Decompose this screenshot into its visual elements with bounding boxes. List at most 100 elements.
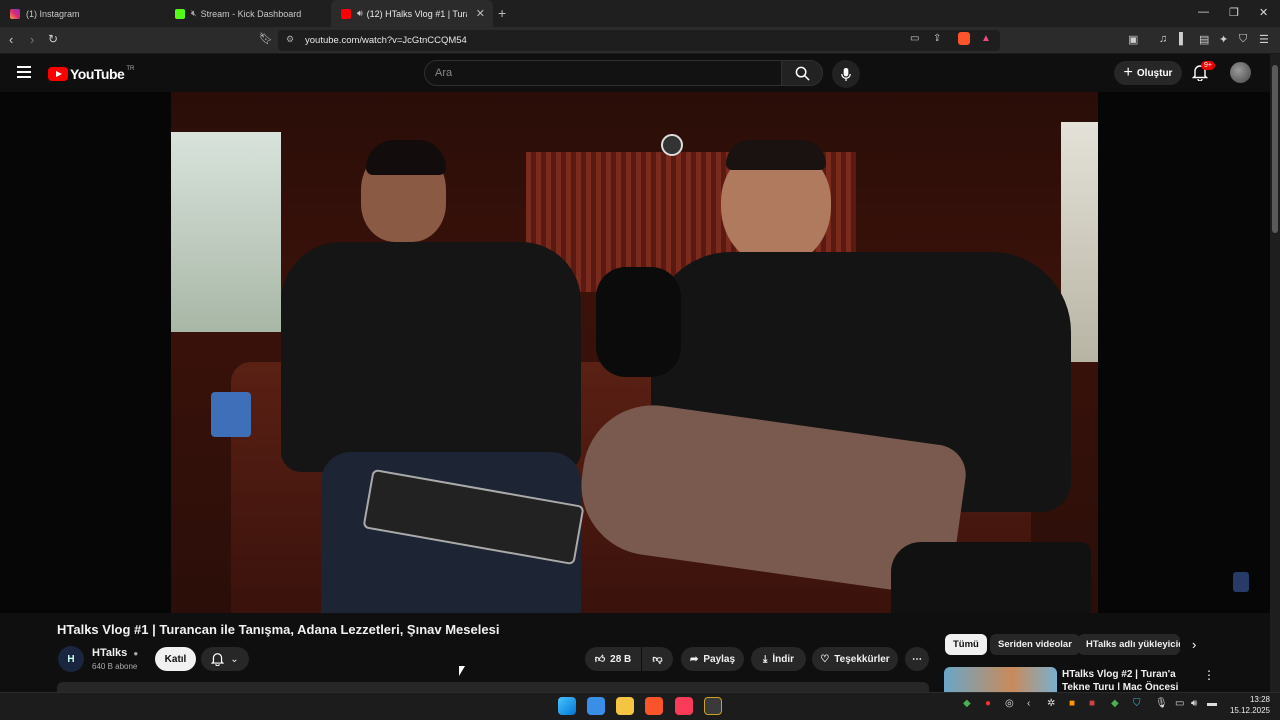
tab-label: (1) Instagram [26, 8, 80, 19]
youtube-icon [341, 8, 351, 19]
tray-settings-icon[interactable]: ✲ [1047, 698, 1055, 709]
subscription-bell-button[interactable]: ⌄ [201, 647, 249, 671]
mouse-cursor-icon [459, 666, 465, 676]
app-icon[interactable] [704, 697, 722, 715]
file-explorer-icon[interactable] [616, 697, 634, 715]
hamburger-menu-icon[interactable] [17, 66, 31, 78]
person-right-hair [726, 140, 826, 170]
vpn-icon[interactable]: ⛉ [1239, 33, 1247, 46]
more-horizontal-icon: ⋯ [912, 653, 922, 665]
back-button[interactable]: ‹ [9, 32, 13, 47]
muted-speaker-icon: 🔇︎ [191, 8, 197, 18]
site-info-icon[interactable]: ⚙ [286, 34, 294, 45]
video-frame[interactable] [171, 92, 1098, 613]
battery-icon[interactable]: ▬ [1207, 698, 1217, 709]
search-box[interactable] [424, 60, 782, 86]
youtube-logo[interactable]: YouTube TR [48, 66, 134, 82]
create-button[interactable]: + Oluştur [1114, 61, 1182, 85]
minimize-button[interactable]: — [1198, 6, 1209, 18]
more-actions-button[interactable]: ⋯ [905, 647, 929, 671]
thanks-label: Teşekkürler [834, 653, 890, 665]
tray-shield-icon[interactable]: ⛉ [1133, 698, 1141, 709]
tray-record-icon[interactable]: ● [985, 698, 991, 709]
like-button[interactable]: 👍︎ 28 B [585, 647, 641, 671]
more-vertical-icon[interactable]: ⋮ [1203, 668, 1215, 682]
share-button[interactable]: ➦ Paylaş [681, 647, 744, 671]
leo-ai-icon[interactable]: ✦ [1219, 33, 1228, 46]
tray-app-icon[interactable]: ◆ [963, 698, 971, 709]
chevron-down-icon: ⌄ [230, 653, 239, 665]
share-icon[interactable]: ⇪ [933, 33, 941, 44]
video-player[interactable] [0, 92, 1270, 613]
cast-icon[interactable]: ▭ [910, 33, 919, 44]
next-video-thumbnail[interactable] [944, 667, 1057, 692]
channel-name-text: HTalks [92, 647, 128, 659]
tray-steam-icon[interactable]: ◎ [1005, 698, 1014, 709]
tab-youtube-video[interactable]: 🔊︎ (12) HTalks Vlog #1 | Turancan ✕ [331, 0, 493, 27]
channel-watermark-icon[interactable] [1233, 572, 1249, 592]
search-input[interactable] [435, 67, 765, 79]
download-button[interactable]: ⤓ İndir [751, 647, 806, 671]
account-avatar[interactable] [1230, 62, 1251, 83]
person-left-hair [366, 140, 446, 175]
tray-green-icon[interactable]: ◆ [1111, 698, 1119, 709]
channel-avatar-letter: H [67, 653, 75, 665]
tab-kick-dashboard[interactable]: 🔇︎ Stream - Kick Dashboard [165, 0, 330, 27]
scrollbar-thumb[interactable] [1272, 65, 1278, 233]
media-icon[interactable]: ♫ [1159, 33, 1167, 45]
browser-tab-strip: (1) Instagram 🔇︎ Stream - Kick Dashboard… [0, 0, 1280, 27]
network-icon[interactable]: ▭ [1175, 698, 1184, 709]
weather-widget-icon[interactable] [587, 697, 605, 715]
chevron-right-icon[interactable]: › [1192, 637, 1196, 652]
youtube-play-icon [48, 67, 68, 81]
volume-icon[interactable]: 🔊︎ [1191, 698, 1197, 709]
chip-all[interactable]: Tümü [945, 634, 987, 655]
start-icon[interactable] [558, 697, 576, 715]
wallet-icon[interactable]: ▤ [1199, 33, 1209, 46]
voice-search-button[interactable] [832, 60, 860, 88]
tray-red-icon[interactable]: ■ [1089, 698, 1095, 709]
menu-icon[interactable]: ☰ [1259, 33, 1269, 46]
tray-orange-icon[interactable]: ■ [1069, 698, 1075, 709]
search-button[interactable] [781, 60, 823, 86]
thanks-button[interactable]: ♡ Teşekkürler [812, 647, 898, 671]
close-window-button[interactable]: ✕ [1259, 6, 1268, 19]
notification-badge: 9+ [1201, 61, 1215, 70]
reload-button[interactable]: ↻ [48, 32, 58, 46]
chip-uploader[interactable]: HTalks adlı yükleyicid [1078, 634, 1180, 655]
windows-taskbar [0, 692, 1280, 720]
cup [211, 392, 251, 437]
plus-icon: + [1123, 64, 1133, 81]
forward-button[interactable]: › [30, 32, 34, 47]
description-box[interactable] [57, 682, 929, 692]
apple-music-icon[interactable] [675, 697, 693, 715]
dislike-button[interactable]: 👎︎ [642, 647, 673, 671]
brave-rewards-icon[interactable]: ▲ [981, 33, 991, 44]
brave-shields-icon[interactable] [958, 32, 970, 45]
brave-browser-icon[interactable] [645, 697, 663, 715]
video-title: HTalks Vlog #1 | Turancan ile Tanışma, A… [57, 622, 500, 637]
search-icon [795, 66, 810, 81]
bookmark-icon[interactable]: 🔖︎ [259, 32, 273, 45]
heart-dollar-icon: ♡ [820, 653, 830, 665]
screenshot-icon[interactable]: ▣ [1128, 33, 1138, 46]
browser-toolbar: ‹ › ↻ 🔖︎ ⚙ youtube.com/watch?v=JcGtnCCQM… [0, 27, 1280, 54]
new-tab-button[interactable]: + [498, 5, 506, 21]
tray-mic-icon[interactable]: 🎙︎ [1155, 698, 1168, 709]
tab-label: (12) HTalks Vlog #1 | Turancan [366, 8, 467, 19]
restore-button[interactable]: ❐ [1229, 6, 1239, 19]
system-clock[interactable]: 13:28 15.12.2025 [1226, 694, 1270, 716]
join-button[interactable]: Katıl [155, 647, 196, 671]
download-icon: ⤓ [762, 653, 768, 665]
chip-series-videos[interactable]: Seriden videolar [990, 634, 1080, 655]
verified-icon: ● [133, 649, 139, 658]
kick-icon [175, 8, 185, 19]
sidebar-icon[interactable]: ▌ [1179, 33, 1187, 45]
close-tab-icon[interactable]: ✕ [476, 7, 485, 20]
tray-arrow-icon[interactable]: ‹ [1027, 698, 1030, 709]
next-video-title[interactable]: HTalks Vlog #2 | Turan'a Tekne Turu | Ma… [1062, 668, 1198, 690]
channel-name[interactable]: HTalks ● [92, 647, 138, 659]
channel-avatar[interactable]: H [58, 646, 84, 672]
tab-instagram[interactable]: (1) Instagram [0, 0, 165, 27]
address-bar[interactable]: ⚙ youtube.com/watch?v=JcGtnCCQM54 ▭ ⇪ ▲ [278, 30, 1000, 51]
